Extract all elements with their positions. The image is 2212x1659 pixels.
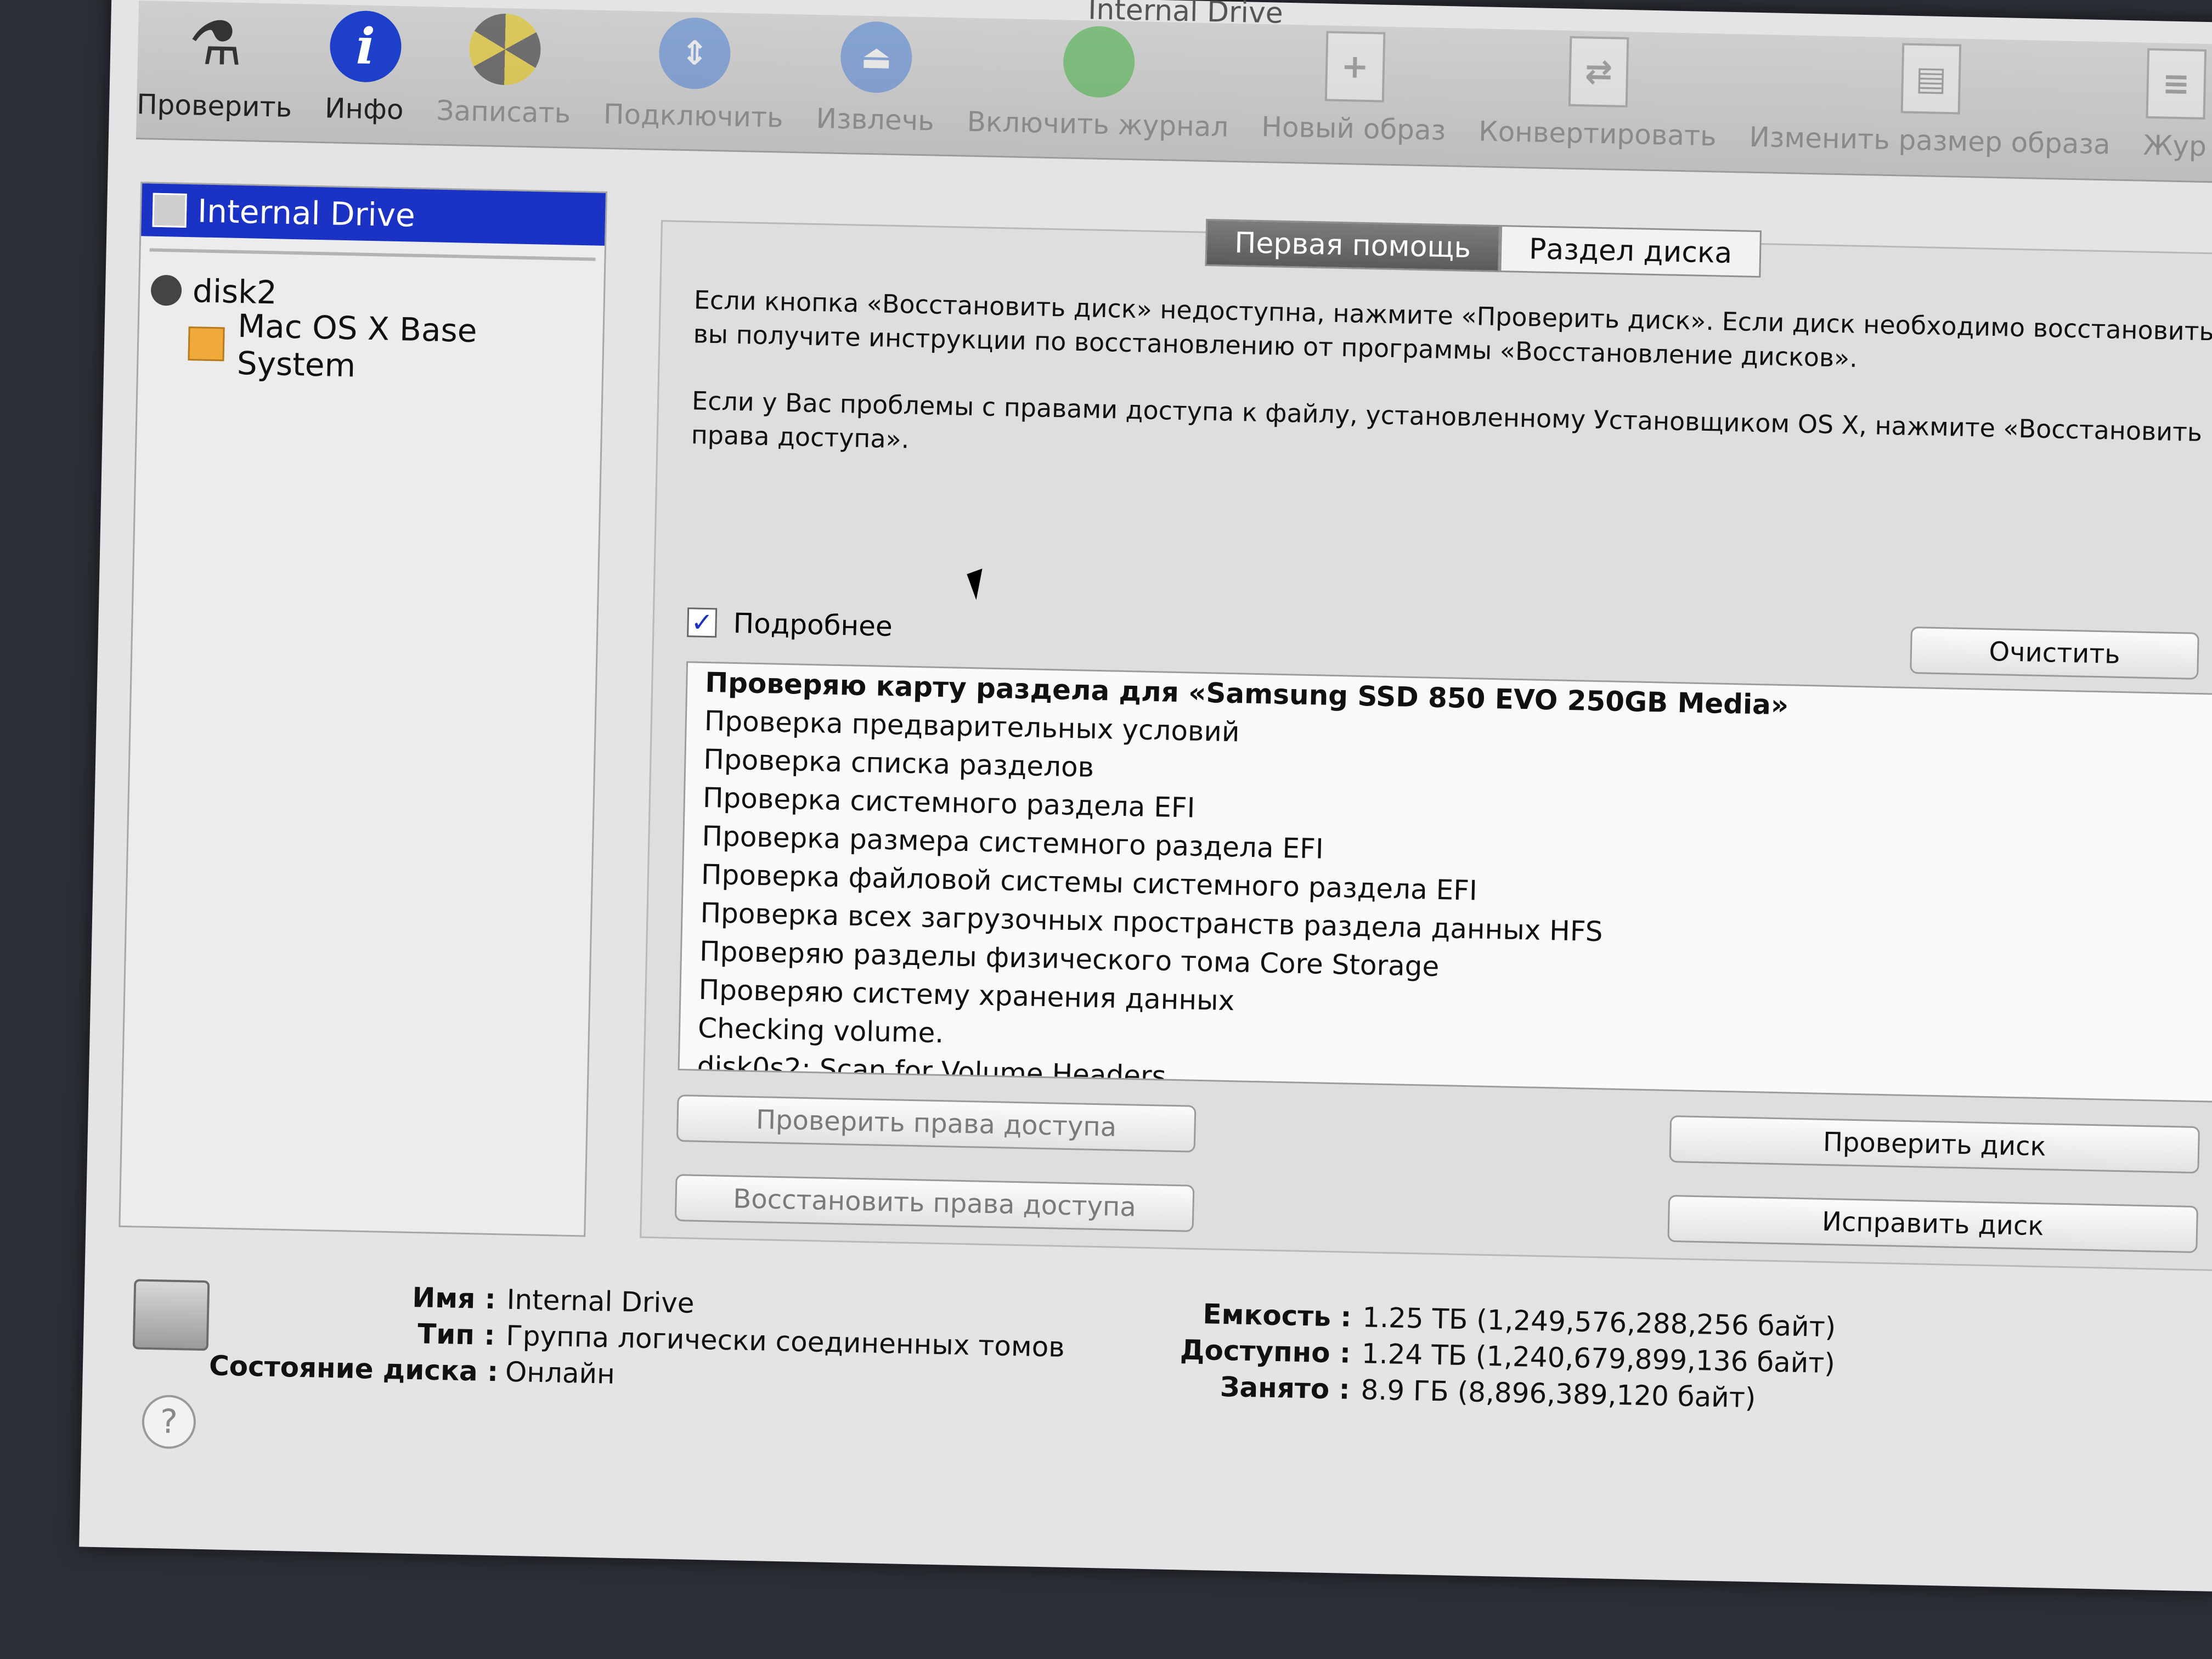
eject-icon: ⏏ [840, 20, 913, 94]
log-icon: ≡ [2146, 48, 2207, 120]
disk-sidebar: Internal Drive disk2 Mac OS X Base Syste… [119, 182, 608, 1237]
burn-icon [468, 13, 541, 86]
info-status-value: Онлайн [505, 1356, 616, 1390]
details-toggle[interactable]: ✓ Подробнее [687, 606, 893, 642]
help-button[interactable]: ? [141, 1394, 196, 1449]
toolbar: ⚗ Проверить i Инфо Записать ⇕ Подключить… [136, 1, 2212, 184]
mount-icon: ⇕ [658, 16, 731, 90]
sidebar-item-label: disk2 [192, 272, 278, 312]
description-paragraph: Если кнопка «Восстановить диск» недоступ… [693, 285, 2212, 373]
disk-image-icon [150, 274, 182, 306]
toolbar-label: Включить журнал [967, 105, 1229, 143]
tab-bar: Первая помощь Раздел диска [1205, 218, 1762, 278]
toolbar-eject-button[interactable]: ⏏ Извлечь [816, 15, 936, 137]
info-used-label: Занято : [1220, 1370, 1351, 1406]
journal-icon [1063, 25, 1136, 99]
sidebar-item-label: Mac OS X Base System [236, 307, 478, 385]
toolbar-verify-button[interactable]: ⚗ Проверить [137, 1, 294, 123]
toolbar-resize-image-button[interactable]: ▤ Изменить размер образа [1749, 35, 2113, 161]
drive-info-right: Емкость :1.25 ТБ (1,249,576,288,256 байт… [1152, 1295, 1836, 1418]
verify-disk-button[interactable]: Проверить диск [1669, 1115, 2200, 1174]
disk-utility-window: Internal Drive ⚗ Проверить i Инфо Записа… [79, 0, 2212, 1592]
sidebar-item-internal-drive[interactable]: Internal Drive [141, 183, 606, 246]
toolbar-label: Подключить [603, 98, 784, 134]
toolbar-label: Извлечь [815, 102, 935, 137]
details-label: Подробнее [733, 607, 893, 643]
toolbar-label: Изменить размер образа [1748, 121, 2111, 161]
sidebar-item-base-system[interactable]: Mac OS X Base System [138, 307, 603, 384]
convert-icon: ⇄ [1568, 36, 1629, 108]
clear-button[interactable]: Очистить [1910, 626, 2199, 680]
new-image-icon: + [1324, 31, 1385, 103]
sidebar-divider [149, 248, 596, 261]
toolbar-burn-button[interactable]: Записать [436, 7, 573, 129]
info-used-value: 8.9 ГБ (8,896,389,120 байт) [1361, 1374, 1756, 1414]
verify-permissions-button[interactable]: Проверить права доступа [676, 1094, 1197, 1153]
microscope-icon: ⚗ [188, 7, 244, 80]
info-status-label: Состояние диска : [208, 1350, 499, 1388]
toolbar-info-button[interactable]: i Инфо [324, 4, 405, 126]
info-name-value: Internal Drive [506, 1283, 695, 1319]
resize-image-icon: ▤ [1900, 43, 1962, 115]
info-capacity-label: Емкость : [1202, 1298, 1352, 1333]
toolbar-label: Жур [2143, 129, 2207, 163]
toolbar-log-button[interactable]: ≡ Жур [2143, 43, 2209, 162]
first-aid-description: Если кнопка «Восстановить диск» недоступ… [690, 283, 2212, 517]
toolbar-label: Новый образ [1261, 110, 1446, 146]
drive-info-icon [132, 1279, 210, 1351]
details-checkbox[interactable]: ✓ [687, 607, 718, 638]
info-name-label: Имя : [411, 1282, 496, 1316]
repair-disk-button[interactable]: Исправить диск [1667, 1194, 2198, 1254]
toolbar-label: Конвертировать [1478, 115, 1717, 153]
hard-drive-icon [152, 193, 187, 228]
info-available-label: Доступно : [1180, 1334, 1351, 1369]
toolbar-new-image-button[interactable]: + Новый образ [1261, 24, 1448, 146]
repair-permissions-button[interactable]: Восстановить права доступа [674, 1173, 1195, 1232]
tab-first-aid[interactable]: Первая помощь [1205, 218, 1501, 273]
first-aid-panel: Первая помощь Раздел диска Если кнопка «… [640, 218, 2212, 1272]
drive-info-left: Имя : Internal Drive Тип : Группа логическ… [208, 1275, 1065, 1402]
first-aid-log[interactable]: Проверяю карту раздела для «Samsung SSD … [678, 661, 2212, 1103]
toolbar-label: Проверить [136, 88, 292, 123]
info-icon: i [329, 10, 402, 83]
toolbar-label: Записать [436, 94, 571, 129]
info-type-label: Тип : [417, 1318, 495, 1352]
toolbar-convert-button[interactable]: ⇄ Конвертировать [1479, 29, 1719, 152]
tab-partition[interactable]: Раздел диска [1499, 225, 1762, 278]
toolbar-label: Инфо [324, 92, 404, 126]
sidebar-item-label: Internal Drive [197, 192, 416, 234]
toolbar-mount-button[interactable]: ⇕ Подключить [603, 10, 785, 134]
description-paragraph: Если у Вас проблемы с правами доступа к … [691, 386, 2203, 454]
toolbar-journal-button[interactable]: Включить журнал [967, 18, 1231, 143]
volume-icon [188, 326, 225, 362]
